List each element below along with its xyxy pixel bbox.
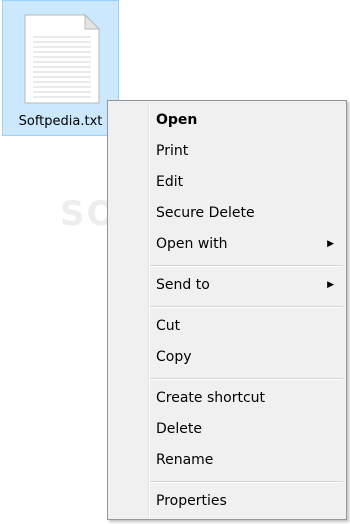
menu-item-cut[interactable]: Cut — [110, 311, 344, 341]
menu-item-label: Delete — [156, 421, 202, 437]
menu-item-label: Rename — [156, 452, 214, 468]
submenu-arrow-icon: ▶ — [327, 239, 334, 249]
menu-item-secure-delete[interactable]: Secure Delete — [110, 198, 344, 228]
menu-item-label: Send to — [156, 277, 210, 293]
context-menu: Open Print Edit Secure Delete Open with … — [107, 100, 347, 520]
menu-item-edit[interactable]: Edit — [110, 167, 344, 197]
menu-separator — [150, 378, 343, 380]
menu-item-label: Open with — [156, 236, 228, 252]
menu-item-label: Print — [156, 143, 189, 159]
menu-item-label: Cut — [156, 318, 181, 334]
menu-item-open-with[interactable]: Open with ▶ — [110, 229, 344, 259]
menu-item-print[interactable]: Print — [110, 136, 344, 166]
file-name-label[interactable]: Softpedia.txt — [3, 114, 118, 129]
menu-item-label: Open — [156, 112, 198, 128]
menu-item-label: Copy — [156, 349, 192, 365]
menu-separator — [150, 265, 343, 267]
menu-item-rename[interactable]: Rename — [110, 445, 344, 475]
text-file-icon — [24, 13, 101, 104]
menu-item-send-to[interactable]: Send to ▶ — [110, 270, 344, 300]
menu-separator — [150, 306, 343, 308]
menu-item-label: Properties — [156, 493, 227, 509]
desktop-canvas: Softpedia.txt SOFTPEDIA Open Print Edit … — [0, 0, 350, 524]
menu-item-label: Secure Delete — [156, 205, 255, 221]
menu-item-delete[interactable]: Delete — [110, 414, 344, 444]
menu-item-open[interactable]: Open — [110, 105, 344, 135]
menu-item-properties[interactable]: Properties — [110, 486, 344, 516]
menu-item-label: Edit — [156, 174, 184, 190]
menu-item-create-shortcut[interactable]: Create shortcut — [110, 383, 344, 413]
submenu-arrow-icon: ▶ — [327, 280, 334, 290]
menu-item-label: Create shortcut — [156, 390, 266, 406]
menu-item-copy[interactable]: Copy — [110, 342, 344, 372]
menu-separator — [150, 481, 343, 483]
selected-file-tile[interactable]: Softpedia.txt — [2, 0, 119, 136]
